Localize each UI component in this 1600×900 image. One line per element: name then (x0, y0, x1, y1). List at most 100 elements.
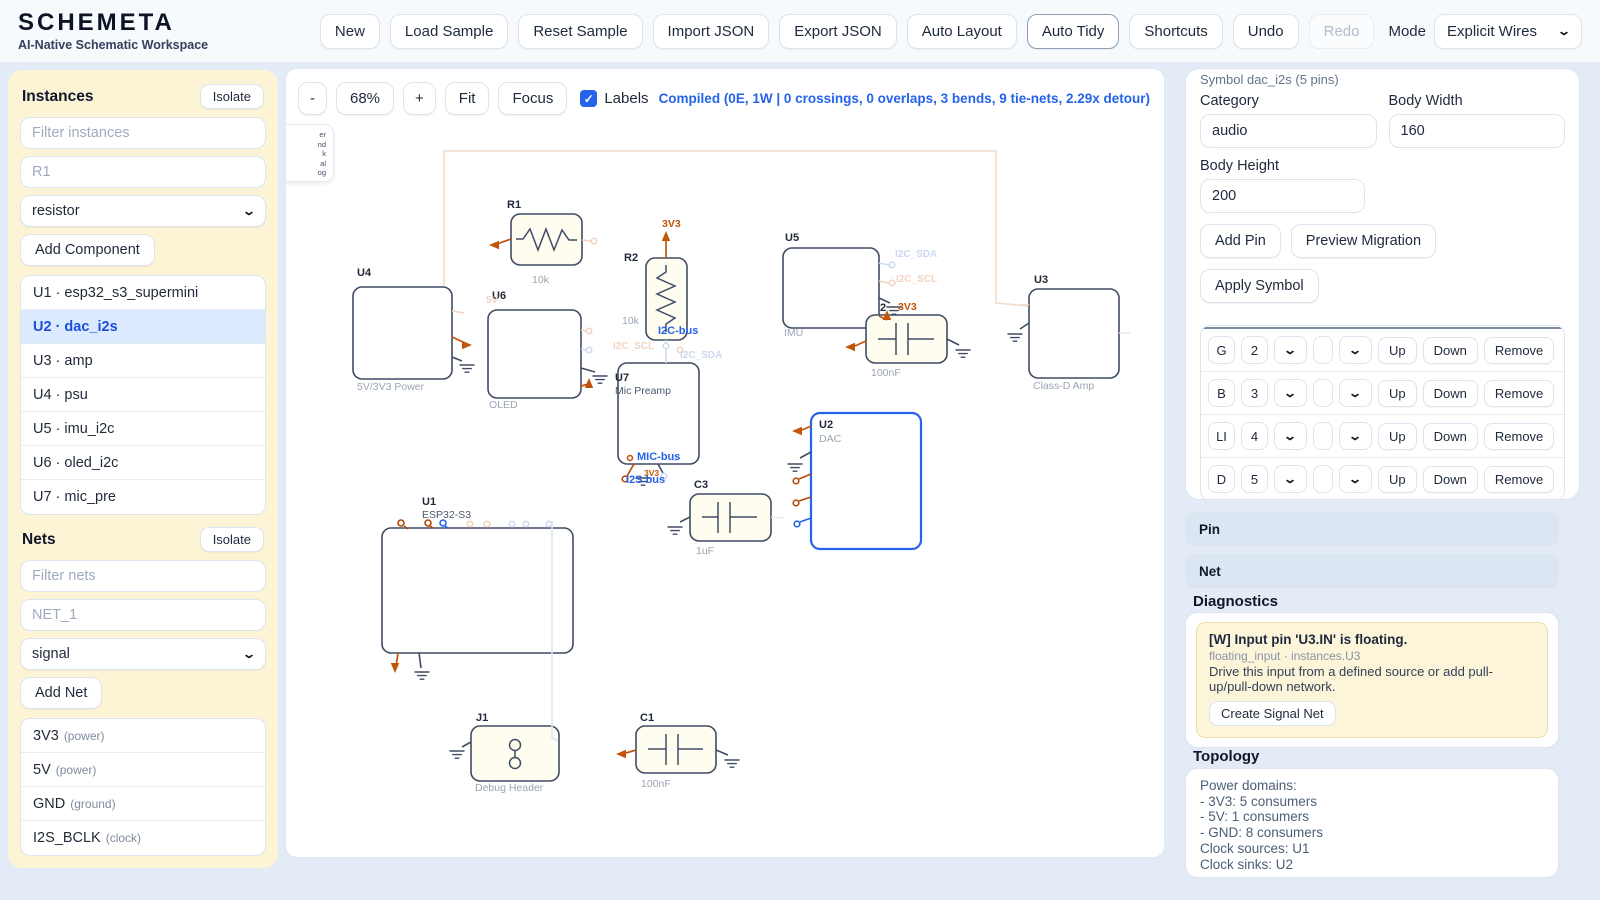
pin-up-button[interactable]: Up (1378, 380, 1417, 407)
header-button-undo[interactable]: Undo (1233, 14, 1299, 49)
add-pin-button[interactable]: Add Pin (1200, 224, 1281, 258)
canvas-label-i2c-sda: I2C_SDA (895, 249, 937, 260)
instance-item-u5[interactable]: U5 · imu_i2c (21, 412, 265, 446)
header-button-load-sample[interactable]: Load Sample (390, 14, 508, 49)
net-name: 5V (33, 762, 51, 778)
nets-isolate-button[interactable]: Isolate (200, 527, 264, 552)
apply-symbol-button[interactable]: Apply Symbol (1200, 269, 1319, 303)
pin-side-select[interactable]: ⌄ (1274, 422, 1307, 450)
component-u6[interactable] (488, 310, 581, 398)
pin-remove-button[interactable]: Remove (1484, 337, 1554, 364)
pin-section-header[interactable]: Pin (1185, 512, 1559, 546)
new-net-name-input[interactable] (20, 599, 266, 631)
checkbox-check-icon: ✓ (580, 90, 597, 107)
canvas-label-2: 2 (880, 302, 886, 314)
pin-kind-select[interactable]: ⌄ (1339, 422, 1372, 450)
pin-up-button[interactable]: Up (1378, 337, 1417, 364)
pin-kind-select[interactable]: ⌄ (1339, 379, 1372, 407)
net-type-select[interactable]: signal⌄ (20, 638, 266, 670)
header-button-shortcuts[interactable]: Shortcuts (1129, 14, 1222, 49)
component-u4[interactable] (353, 287, 452, 379)
instance-item-u7[interactable]: U7 · mic_pre (21, 480, 265, 514)
instance-item-u2[interactable]: U2 · dac_i2s (21, 310, 265, 344)
component-u3[interactable] (1029, 289, 1119, 378)
zoom-level[interactable]: 68% (336, 82, 394, 115)
warning-title: [W] Input pin 'U3.IN' is floating. (1209, 632, 1535, 647)
pin-remove-button[interactable]: Remove (1484, 466, 1554, 493)
net-item-i2s-bclk[interactable]: I2S_BCLK(clock) (21, 821, 265, 855)
category-input[interactable] (1200, 114, 1377, 148)
net-item-gnd[interactable]: GND(ground) (21, 787, 265, 821)
symbol-editor-card: Symbol dac_i2s (5 pins) Category Body Wi… (1185, 68, 1580, 500)
chevron-down-icon: ⌄ (1283, 472, 1297, 486)
labels-checkbox[interactable]: ✓ Labels (580, 90, 648, 107)
mode-label: Mode (1388, 23, 1426, 40)
pin-name-input[interactable] (1208, 465, 1235, 493)
pin-kind-select[interactable]: ⌄ (1339, 336, 1372, 364)
instance-item-u1[interactable]: U1 · esp32_s3_supermini (21, 276, 265, 310)
pin-down-button[interactable]: Down (1423, 337, 1478, 364)
preview-migration-button[interactable]: Preview Migration (1291, 224, 1436, 258)
header-button-reset-sample[interactable]: Reset Sample (518, 14, 642, 49)
pin-name-input[interactable] (1208, 379, 1235, 407)
pin-down-button[interactable]: Down (1423, 380, 1478, 407)
header-button-auto-tidy[interactable]: Auto Tidy (1027, 14, 1120, 49)
symbol-title: Symbol dac_i2s (5 pins) (1200, 72, 1565, 87)
instance-type-select[interactable]: resistor⌄ (20, 195, 266, 227)
zoom-in-button[interactable]: + (403, 82, 436, 115)
pin-number-input[interactable] (1241, 379, 1268, 407)
create-signal-net-button[interactable]: Create Signal Net (1209, 701, 1336, 726)
schematic-canvas[interactable]: - 68% + Fit Focus ✓ Labels Compiled (0E,… (285, 68, 1165, 858)
add-net-button[interactable]: Add Net (20, 677, 102, 709)
mode-select[interactable]: Explicit Wires⌄ (1434, 14, 1582, 49)
pin-kind-select[interactable]: ⌄ (1339, 465, 1372, 493)
filter-instances-input[interactable] (20, 117, 266, 149)
net-item-5v[interactable]: 5V(power) (21, 753, 265, 787)
pin-remove-button[interactable]: Remove (1484, 423, 1554, 450)
header-button-redo[interactable]: Redo (1309, 14, 1375, 49)
pin-offset-input[interactable] (1313, 465, 1333, 493)
chevron-down-icon: ⌄ (1283, 343, 1297, 357)
focus-button[interactable]: Focus (498, 82, 567, 115)
pin-down-button[interactable]: Down (1423, 466, 1478, 493)
pin-offset-input[interactable] (1313, 422, 1333, 450)
instances-isolate-button[interactable]: Isolate (200, 84, 264, 109)
pin-number-input[interactable] (1241, 336, 1268, 364)
instance-item-u6[interactable]: U6 · oled_i2c (21, 446, 265, 480)
instance-item-u4[interactable]: U4 · psu (21, 378, 265, 412)
net-item-3v3[interactable]: 3V3(power) (21, 719, 265, 753)
header-button-auto-layout[interactable]: Auto Layout (907, 14, 1017, 49)
pin-name-input[interactable] (1208, 422, 1235, 450)
net-name: GND (33, 796, 65, 812)
new-instance-ref-input[interactable] (20, 156, 266, 188)
pin-offset-input[interactable] (1313, 379, 1333, 407)
net-section-header[interactable]: Net (1185, 554, 1559, 588)
net-kind: (power) (64, 729, 105, 743)
fit-button[interactable]: Fit (445, 82, 490, 115)
header-button-new[interactable]: New (320, 14, 380, 49)
pin-side-select[interactable]: ⌄ (1274, 465, 1307, 493)
pin-offset-input[interactable] (1313, 336, 1333, 364)
pin-remove-button[interactable]: Remove (1484, 380, 1554, 407)
pin-number-input[interactable] (1241, 422, 1268, 450)
schematic-svg[interactable] (286, 69, 1165, 858)
pin-side-select[interactable]: ⌄ (1274, 336, 1307, 364)
pin-up-button[interactable]: Up (1378, 423, 1417, 450)
component-u7[interactable] (618, 363, 699, 464)
filter-nets-input[interactable] (20, 560, 266, 592)
pin-side-select[interactable]: ⌄ (1274, 379, 1307, 407)
pin-number-input[interactable] (1241, 465, 1268, 493)
body-width-input[interactable] (1389, 114, 1566, 148)
component-u1[interactable] (382, 528, 573, 653)
pin-down-button[interactable]: Down (1423, 423, 1478, 450)
instance-item-u3[interactable]: U3 · amp (21, 344, 265, 378)
zoom-out-button[interactable]: - (298, 82, 327, 115)
add-component-button[interactable]: Add Component (20, 234, 155, 266)
pin-up-button[interactable]: Up (1378, 466, 1417, 493)
header-button-import-json[interactable]: Import JSON (653, 14, 770, 49)
header-button-export-json[interactable]: Export JSON (779, 14, 897, 49)
pin-name-input[interactable] (1208, 336, 1235, 364)
component-u5[interactable] (783, 248, 879, 328)
body-height-input[interactable] (1200, 179, 1365, 213)
warning-body: Drive this input from a defined source o… (1209, 665, 1535, 695)
